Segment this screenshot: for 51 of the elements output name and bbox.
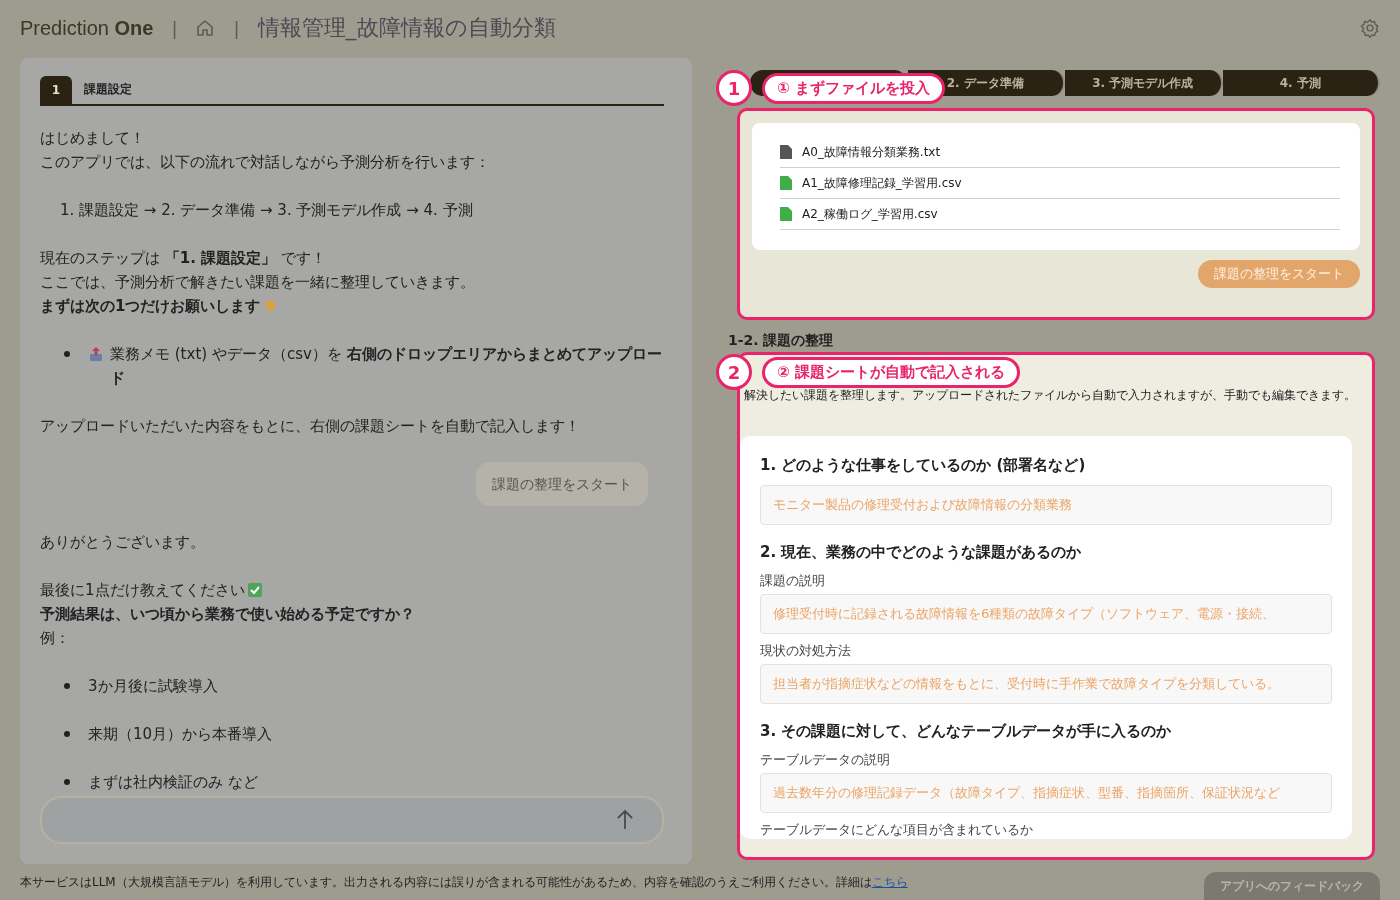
details-link[interactable]: こちら <box>871 874 908 889</box>
chat-text: 来期（10月）から本番導入 <box>88 724 273 745</box>
field-label: テーブルデータの説明 <box>760 751 891 769</box>
user-message-bubble: 課題の整理をスタート <box>476 462 648 506</box>
question-heading: 1. どのような仕事をしているのか (部署名など) <box>760 456 1087 475</box>
field-label: テーブルデータにどんな項目が含まれているか <box>760 821 1034 839</box>
settings-icon[interactable] <box>1360 18 1380 38</box>
question-heading: 3. その課題に対して、どんなテーブルデータが手に入るのか <box>760 722 1173 741</box>
section-description: 解決したい課題を整理します。アップロードされたファイルから自動で入力されますが、手動でも編集できます。 <box>743 387 1357 404</box>
app-logo[interactable]: Prediction One <box>20 16 154 40</box>
start-button[interactable]: 課題の整理をスタート <box>1198 260 1360 288</box>
callout-label: ① まずファイルを投入 <box>762 72 945 104</box>
file-name: A2_稼働ログ_学習用.csv <box>802 205 938 223</box>
chat-text: 現在のステップは 「1. 課題設定」 です！ <box>40 248 326 269</box>
input-field[interactable]: モニター製品の修理受付および故障情報の分類業務 <box>760 485 1332 525</box>
field-label: 現状の対処方法 <box>760 642 852 660</box>
separator: | <box>233 17 240 39</box>
input-field[interactable]: 担当者が指摘症状などの情報をもとに、受付時に手作業で故障タイプを分類している。 <box>760 664 1332 704</box>
callout-number: 1 <box>716 70 752 106</box>
file-name: A0_故障情報分類業務.txt <box>802 143 941 161</box>
chat-text: ここでは、予測分析で解きたい課題を一緒に整理していきます。 <box>40 272 475 293</box>
chat-text: まずは社内検証のみ など <box>88 772 258 793</box>
chat-text: 例： <box>40 628 70 649</box>
callout-number: 2 <box>716 354 752 390</box>
file-name: A1_故障修理記録_学習用.csv <box>802 174 962 192</box>
chat-text: 3か月後に試験導入 <box>88 676 218 697</box>
send-arrow-icon[interactable] <box>616 808 634 832</box>
question-heading: 2. 現在、業務の中でどのような課題があるのか <box>760 543 1083 562</box>
input-field[interactable]: 修理受付時に記録される故障情報を6種類の故障タイプ（ソフトウェア、電源・接続、 <box>760 594 1332 634</box>
chat-text: 予測結果は、いつ頃から業務で使い始める予定ですか？ <box>40 604 415 625</box>
checkmark-icon <box>246 582 263 598</box>
chat-text: 1. 課題設定 → 2. データ準備 → 3. 予測モデル作成 → 4. 予測 <box>60 200 474 221</box>
upload-tray-icon <box>88 346 104 362</box>
chat-text: はじめまして！ <box>40 128 146 149</box>
home-icon[interactable] <box>195 18 216 38</box>
separator: | <box>171 17 178 39</box>
chat-input-field[interactable] <box>40 796 664 844</box>
chat-text: このアプリでは、以下の流れで対話しながら予測分析を行います： <box>40 152 491 173</box>
page-title: 情報管理_故障情報の自動分類 <box>257 14 556 43</box>
chat-text: 業務メモ (txt) やデータ（csv）を 右側のドロップエリアからまとめてアップロード <box>110 344 663 389</box>
chat-text: まずは次の1つだけお願いします <box>40 296 261 317</box>
step-label: 課題設定 <box>84 81 132 98</box>
section-heading: 1-2. 課題の整理 <box>727 332 835 350</box>
input-field[interactable]: 過去数年分の修理記録データ（故障タイプ、指摘症状、型番、指摘箇所、保証状況など <box>760 773 1332 813</box>
chat-text: 最後に1点だけ教えてください <box>40 580 245 601</box>
chat-text: アップロードいただいた内容をもとに、右側の課題シートを自動で記入します！ <box>40 416 581 437</box>
chat-text: ありがとうございます。 <box>40 532 206 553</box>
callout-label: ② 課題シートが自動で記入される <box>762 356 1020 388</box>
feedback-button[interactable]: アプリへのフィードバック <box>1204 872 1380 900</box>
field-label: 課題の説明 <box>760 572 826 590</box>
disclaimer-text: 本サービスはLLM（大規模言語モデル）を利用しています。出力される内容には誤りが含まれる可能性があるため、内容を確認のうえご利用ください。詳細はこちら <box>20 873 908 891</box>
